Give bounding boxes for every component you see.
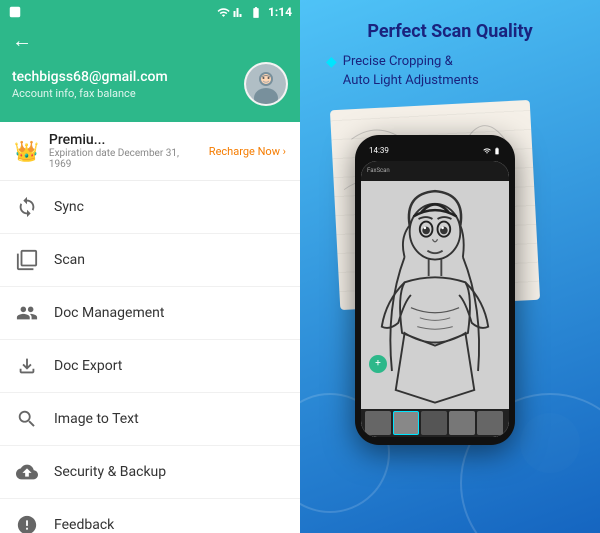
premium-text: Premiu... Expiration date December 31, 1… [49, 132, 199, 170]
status-bar-right: 1:14 [217, 5, 292, 19]
menu-item-security-backup[interactable]: Security & Backup [0, 446, 300, 499]
menu-item-scan[interactable]: Scan [0, 234, 300, 287]
fab-button[interactable]: + [369, 355, 387, 373]
security-backup-label: Security & Backup [54, 464, 166, 480]
app-icon [8, 5, 22, 19]
sketch-app-name: FaxScan [367, 167, 390, 174]
menu-item-doc-management[interactable]: Doc Management [0, 287, 300, 340]
thumb-5[interactable] [477, 411, 503, 435]
user-subtext: Account info, fax balance [12, 87, 168, 100]
scan-label: Scan [54, 252, 85, 268]
security-backup-icon [14, 459, 40, 485]
avatar [244, 62, 288, 106]
back-button[interactable]: ← [12, 30, 32, 50]
signal-icon [233, 6, 245, 19]
sketch-bg: FaxScan [361, 161, 509, 437]
left-panel: 1:14 ← techbigss68@gmail.com Account inf… [0, 0, 300, 533]
premium-label: Premiu... [49, 132, 199, 148]
phone-mockup-area: 14:39 FaxScan [325, 105, 575, 485]
feature-text-1: Precise Cropping &Auto Light Adjustments [343, 53, 479, 89]
menu-item-feedback[interactable]: Feedback [0, 499, 300, 533]
feedback-icon [14, 512, 40, 533]
sync-label: Sync [54, 199, 84, 215]
thumb-4[interactable] [449, 411, 475, 435]
phone-notch-bar: 14:39 [361, 143, 509, 159]
right-panel: Perfect Scan Quality ◆ Precise Cropping … [300, 0, 600, 533]
menu-item-doc-export[interactable]: Doc Export [0, 340, 300, 393]
doc-management-icon [14, 300, 40, 326]
phone-wifi-icon [483, 147, 491, 155]
avatar-svg [246, 64, 286, 104]
wifi-icon [217, 6, 230, 19]
feature-point-1: ◆ Precise Cropping &Auto Light Adjustmen… [316, 53, 479, 89]
phone-battery-icon [493, 147, 501, 155]
doc-management-label: Doc Management [54, 305, 164, 321]
phone-screen: FaxScan [361, 161, 509, 437]
thumb-1[interactable] [365, 411, 391, 435]
sketch-main: + [361, 181, 509, 409]
doc-export-label: Doc Export [54, 358, 122, 374]
image-to-text-icon [14, 406, 40, 432]
premium-expiry: Expiration date December 31, 1969 [49, 148, 199, 170]
status-bar-left [8, 5, 24, 19]
sketch-header-bar: FaxScan [361, 161, 509, 181]
phone-status-icons [483, 147, 501, 155]
sync-icon [14, 194, 40, 220]
battery-icon [248, 6, 264, 19]
sketch-image [361, 181, 509, 409]
right-title: Perfect Scan Quality [367, 20, 532, 43]
phone-time: 14:39 [369, 146, 389, 155]
doc-export-icon [14, 353, 40, 379]
status-icons [217, 6, 264, 19]
anime-sketch-svg [361, 181, 509, 409]
thumb-3[interactable] [421, 411, 447, 435]
thumb-2[interactable] [393, 411, 419, 435]
crown-icon: 👑 [14, 139, 39, 163]
phone-frame: 14:39 FaxScan [355, 135, 515, 445]
user-text: techbigss68@gmail.com Account info, fax … [12, 69, 168, 100]
thumbnail-bar [361, 409, 509, 437]
image-to-text-label: Image to Text [54, 411, 139, 427]
user-email: techbigss68@gmail.com [12, 69, 168, 85]
feedback-label: Feedback [54, 517, 114, 533]
recharge-link[interactable]: Recharge Now › [209, 145, 286, 158]
bullet-diamond: ◆ [326, 54, 337, 70]
menu-list: Sync Scan Doc Management Doc Export [0, 181, 300, 533]
header-bar: ← [0, 24, 300, 62]
menu-item-sync[interactable]: Sync [0, 181, 300, 234]
status-bar: 1:14 [0, 0, 300, 24]
status-time: 1:14 [268, 5, 292, 19]
menu-item-image-to-text[interactable]: Image to Text [0, 393, 300, 446]
user-info-section: techbigss68@gmail.com Account info, fax … [0, 62, 300, 122]
premium-row[interactable]: 👑 Premiu... Expiration date December 31,… [0, 122, 300, 181]
scan-icon [14, 247, 40, 273]
